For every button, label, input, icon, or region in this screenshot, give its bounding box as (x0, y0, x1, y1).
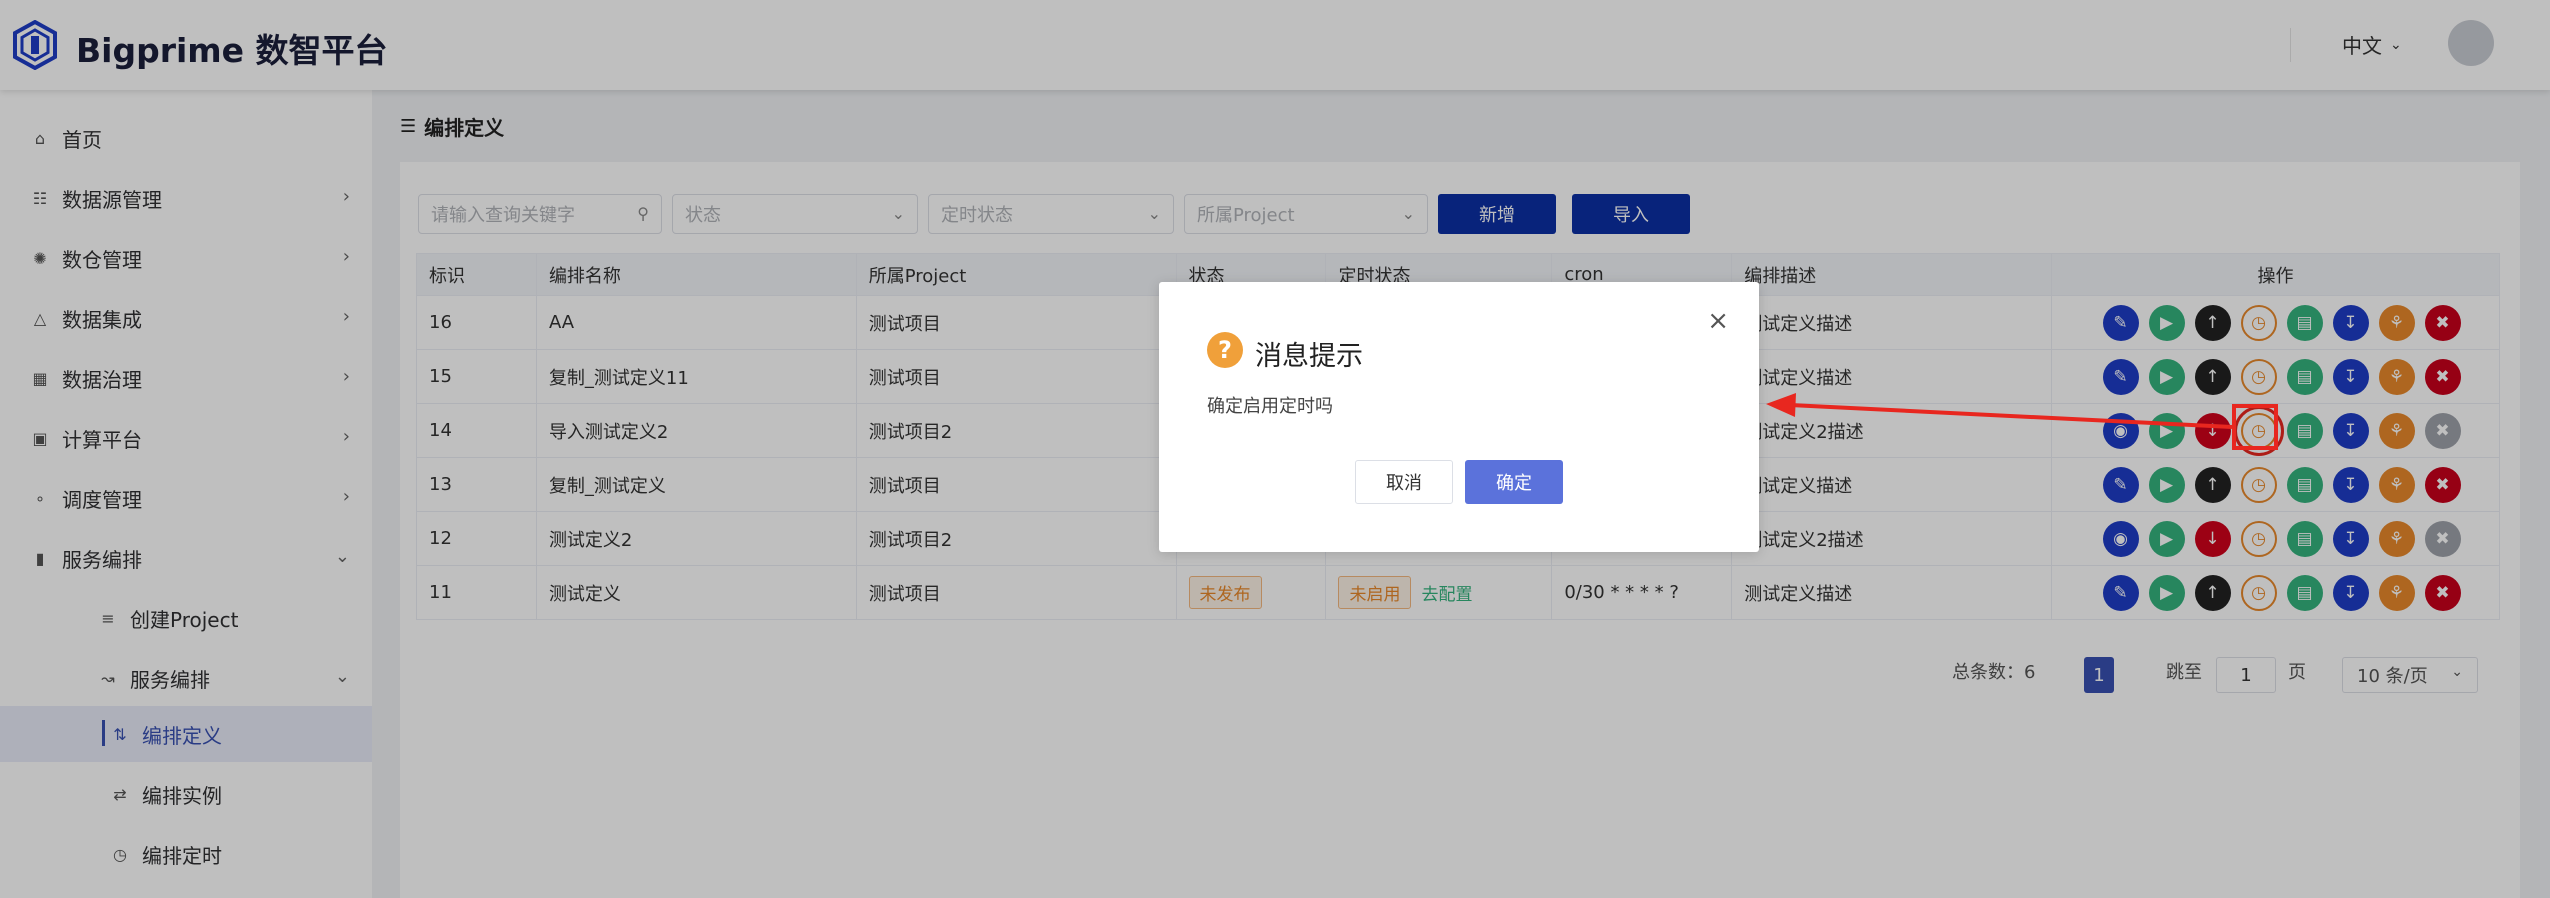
dialog-title: 消息提示 (1255, 341, 1363, 372)
dialog-message: 确定启用定时吗 (1207, 396, 1333, 417)
cancel-button[interactable]: 取消 (1355, 460, 1453, 504)
confirm-button[interactable]: 确定 (1465, 460, 1563, 504)
close-icon[interactable]: × (1707, 308, 1729, 334)
confirm-dialog: × ? 消息提示 确定启用定时吗 取消 确定 (1159, 282, 1759, 552)
question-icon: ? (1207, 332, 1243, 368)
